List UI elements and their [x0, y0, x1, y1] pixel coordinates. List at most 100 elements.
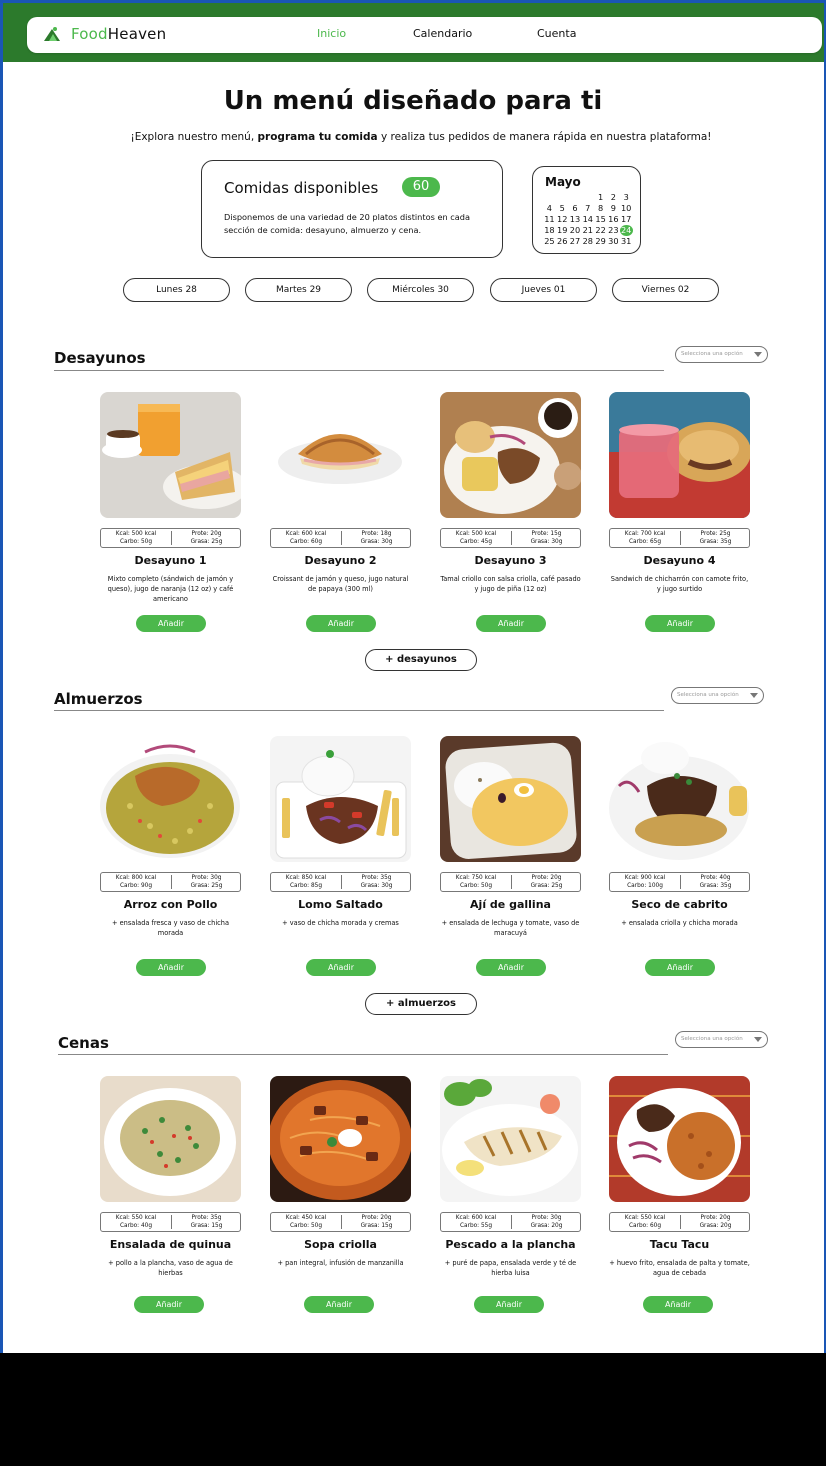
dish-photo[interactable] [100, 392, 241, 518]
calendar-day[interactable]: 27 [569, 236, 582, 247]
add-button[interactable]: Añadir [643, 1296, 713, 1313]
dish-photo[interactable] [270, 736, 411, 862]
calendar-day[interactable]: 15 [594, 214, 607, 225]
select-placeholder: Selecciona una opción [681, 1036, 743, 1042]
dish-photo[interactable] [100, 736, 241, 862]
calendar-day[interactable]: 29 [594, 236, 607, 247]
day-pill[interactable]: Viernes 02 [612, 278, 719, 302]
available-meals-count-badge: 60 [402, 177, 440, 197]
calendar-day[interactable]: 2 [607, 192, 620, 203]
day-pill[interactable]: Miércoles 30 [367, 278, 474, 302]
add-button[interactable]: Añadir [136, 959, 206, 976]
dish-name: Ensalada de quinua [109, 1238, 232, 1251]
calendar-day[interactable]: 11 [543, 214, 556, 225]
add-button[interactable]: Añadir [306, 615, 376, 632]
calendar-day[interactable]: 23 [607, 225, 620, 236]
dish-name: Ají de gallina [470, 898, 551, 911]
dish-name: Desayuno 4 [643, 554, 716, 567]
add-button[interactable]: Añadir [306, 959, 376, 976]
calendar-day[interactable]: 30 [607, 236, 620, 247]
dish-photo[interactable] [440, 1076, 581, 1202]
subtitle-part-1: ¡Explora nuestro menú, [130, 131, 258, 143]
day-pill[interactable]: Jueves 01 [490, 278, 597, 302]
kcal-value: Kcal: 850 kcal [285, 875, 327, 881]
calendar-day[interactable]: 18 [543, 225, 556, 236]
dish-description: Croissant de jamón y queso, jugo natural… [272, 575, 409, 593]
calendar-day[interactable]: 26 [556, 236, 569, 247]
add-button[interactable]: Añadir [136, 615, 206, 632]
section-title: Almuerzos [54, 690, 143, 708]
show-more-button[interactable]: + almuerzos [365, 993, 477, 1015]
calendar-day[interactable]: 20 [569, 225, 582, 236]
show-more-button[interactable]: + desayunos [365, 649, 477, 671]
calendar-day[interactable]: 25 [543, 236, 556, 247]
brand-food: Food [71, 25, 108, 43]
option-select[interactable]: Selecciona una opción [675, 1031, 768, 1048]
calendar-day[interactable]: 21 [581, 225, 594, 236]
calendar-day[interactable]: 8 [594, 203, 607, 214]
nutrition-box: Kcal: 500 kcal Carbo: 45g Prote: 15g Grasa:… [440, 528, 581, 548]
dish-photo[interactable] [440, 736, 581, 862]
add-button[interactable]: Añadir [304, 1296, 374, 1313]
subtitle-bold: programa tu comida [257, 131, 378, 143]
calendar-day[interactable]: 24 [619, 225, 633, 236]
add-button[interactable]: Añadir [476, 959, 546, 976]
calendar-day[interactable]: 19 [556, 225, 569, 236]
day-pill[interactable]: Lunes 28 [123, 278, 230, 302]
add-button[interactable]: Añadir [474, 1296, 544, 1313]
add-button[interactable]: Añadir [645, 959, 715, 976]
add-button[interactable]: Añadir [134, 1296, 204, 1313]
section-divider [58, 1054, 668, 1055]
option-select[interactable]: Selecciona una opción [671, 687, 764, 704]
nutrition-box: Kcal: 550 kcal Carbo: 40g Prote: 35g Grasa:… [100, 1212, 241, 1232]
calendar-day[interactable]: 28 [581, 236, 594, 247]
brand-logo[interactable]: FoodHeaven [71, 25, 166, 43]
calendar-grid: 1 2 3 4 5 6 7 8 9 10 11 12 13 14 15 16 17 18 19 20 21 22 23 24 2… [543, 192, 635, 247]
nav-cuenta[interactable]: Cuenta [537, 27, 576, 40]
dish-photo[interactable] [100, 1076, 241, 1202]
add-button[interactable]: Añadir [645, 615, 715, 632]
calendar-day[interactable]: 9 [607, 203, 620, 214]
dish-photo[interactable] [609, 736, 750, 862]
prote-value: Prote: 40g [700, 875, 731, 881]
dish-photo[interactable] [270, 392, 411, 518]
nav-inicio[interactable]: Inicio [317, 27, 346, 40]
carbo-value: Carbo: 55g [459, 1222, 493, 1229]
prote-value: Prote: 30g [191, 875, 222, 881]
day-pill[interactable]: Martes 29 [245, 278, 352, 302]
calendar-day[interactable]: 3 [620, 192, 633, 203]
dish-photo[interactable] [270, 1076, 411, 1202]
calendar-day[interactable]: 12 [556, 214, 569, 225]
dish-photo[interactable] [609, 392, 750, 518]
dish-photo[interactable] [440, 392, 581, 518]
calendar-day[interactable]: 16 [607, 214, 620, 225]
calendar-day[interactable]: 17 [620, 214, 633, 225]
nutrition-box: Kcal: 600 kcal Carbo: 55g Prote: 30g Grasa:… [440, 1212, 581, 1232]
carbo-value: Carbo: 90g [119, 882, 153, 889]
grasa-value: Grasa: 15g [360, 1222, 393, 1229]
calendar-day[interactable]: 14 [581, 214, 594, 225]
calendar-day[interactable]: 7 [581, 203, 594, 214]
carbo-value: Carbo: 50g [289, 1222, 323, 1229]
calendar-day[interactable]: 5 [556, 203, 569, 214]
available-meals-description: Disponemos de una variedad de 20 platos … [224, 212, 471, 235]
nav-calendario[interactable]: Calendario [413, 27, 472, 40]
calendar-day[interactable]: 1 [594, 192, 607, 203]
calendar-day[interactable]: 22 [594, 225, 607, 236]
calendar-day[interactable]: 4 [543, 203, 556, 214]
calendar-day[interactable]: 13 [569, 214, 582, 225]
section-divider [54, 370, 664, 371]
dish-description: Tamal criollo con salsa criolla, café pa… [440, 575, 581, 593]
calendar-day[interactable]: 31 [620, 236, 633, 247]
carbo-value: Carbo: 45g [459, 538, 493, 545]
kcal-value: Kcal: 600 kcal [455, 1215, 497, 1221]
calendar-day[interactable]: 6 [569, 203, 582, 214]
dish-photo[interactable] [609, 1076, 750, 1202]
add-button[interactable]: Añadir [476, 615, 546, 632]
select-placeholder: Selecciona una opción [677, 692, 739, 698]
kcal-value: Kcal: 700 kcal [624, 531, 666, 537]
option-select[interactable]: Selecciona una opción [675, 346, 768, 363]
calendar-day[interactable]: 10 [620, 203, 633, 214]
available-meals-card: Comidas disponibles 60 Disponemos de una… [201, 160, 503, 258]
grasa-value: Grasa: 30g [360, 538, 393, 545]
